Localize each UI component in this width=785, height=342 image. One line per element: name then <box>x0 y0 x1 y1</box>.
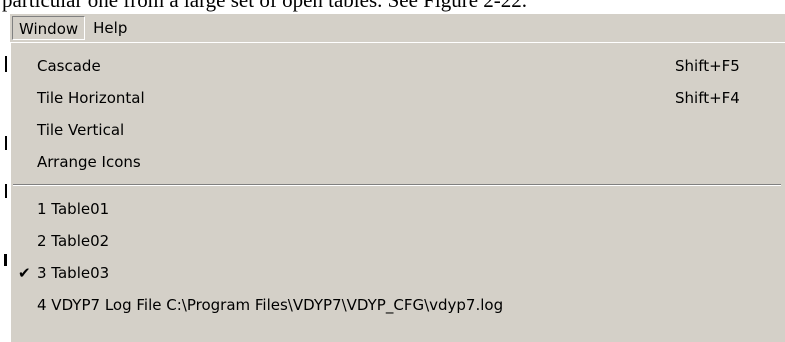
menu-help[interactable]: Help <box>87 16 133 40</box>
menu-item-label: 2 Table02 <box>37 232 110 250</box>
menu-item-label: Cascade <box>37 57 101 75</box>
open-windows-group: 1 Table01 2 Table02 ✔ 3 Table03 4 VDYP7 … <box>11 193 785 321</box>
menu-separator <box>13 184 781 186</box>
menu-item-window-table02[interactable]: 2 Table02 <box>11 225 785 257</box>
menu-item-shortcut: Shift+F5 <box>675 57 740 75</box>
document-text-fragment <box>5 184 7 198</box>
menu-item-label: Tile Horizontal <box>37 89 145 107</box>
menu-item-label: 4 VDYP7 Log File C:\Program Files\VDYP7\… <box>37 296 504 314</box>
document-text-fragment <box>5 56 7 72</box>
menu-bar: Window Help <box>10 14 785 42</box>
menu-item-label: 3 Table03 <box>37 264 110 282</box>
menu-item-window-table03[interactable]: ✔ 3 Table03 <box>11 257 785 289</box>
document-text-fragment <box>4 254 7 266</box>
document-text: particular one from a large set of open … <box>2 0 528 12</box>
menu-item-label: Arrange Icons <box>37 153 141 171</box>
checkmark-icon: ✔ <box>18 264 31 282</box>
menu-item-arrange-icons[interactable]: Arrange Icons <box>11 146 785 178</box>
menu-item-window-vdyp7-log[interactable]: 4 VDYP7 Log File C:\Program Files\VDYP7\… <box>11 289 785 321</box>
window-menu-dropdown: Cascade Shift+F5 Tile Horizontal Shift+F… <box>10 42 785 342</box>
menu-item-tile-vertical[interactable]: Tile Vertical <box>11 114 785 146</box>
menu-item-tile-horizontal[interactable]: Tile Horizontal Shift+F4 <box>11 82 785 114</box>
menu-item-shortcut: Shift+F4 <box>675 89 740 107</box>
window-commands-group: Cascade Shift+F5 Tile Horizontal Shift+F… <box>11 43 785 178</box>
menu-item-label: Tile Vertical <box>37 121 125 139</box>
menu-item-window-table01[interactable]: 1 Table01 <box>11 193 785 225</box>
menu-window[interactable]: Window <box>12 16 86 40</box>
menu-item-label: 1 Table01 <box>37 200 110 218</box>
menu-item-cascade[interactable]: Cascade Shift+F5 <box>11 50 785 82</box>
document-text-fragment <box>5 136 7 150</box>
